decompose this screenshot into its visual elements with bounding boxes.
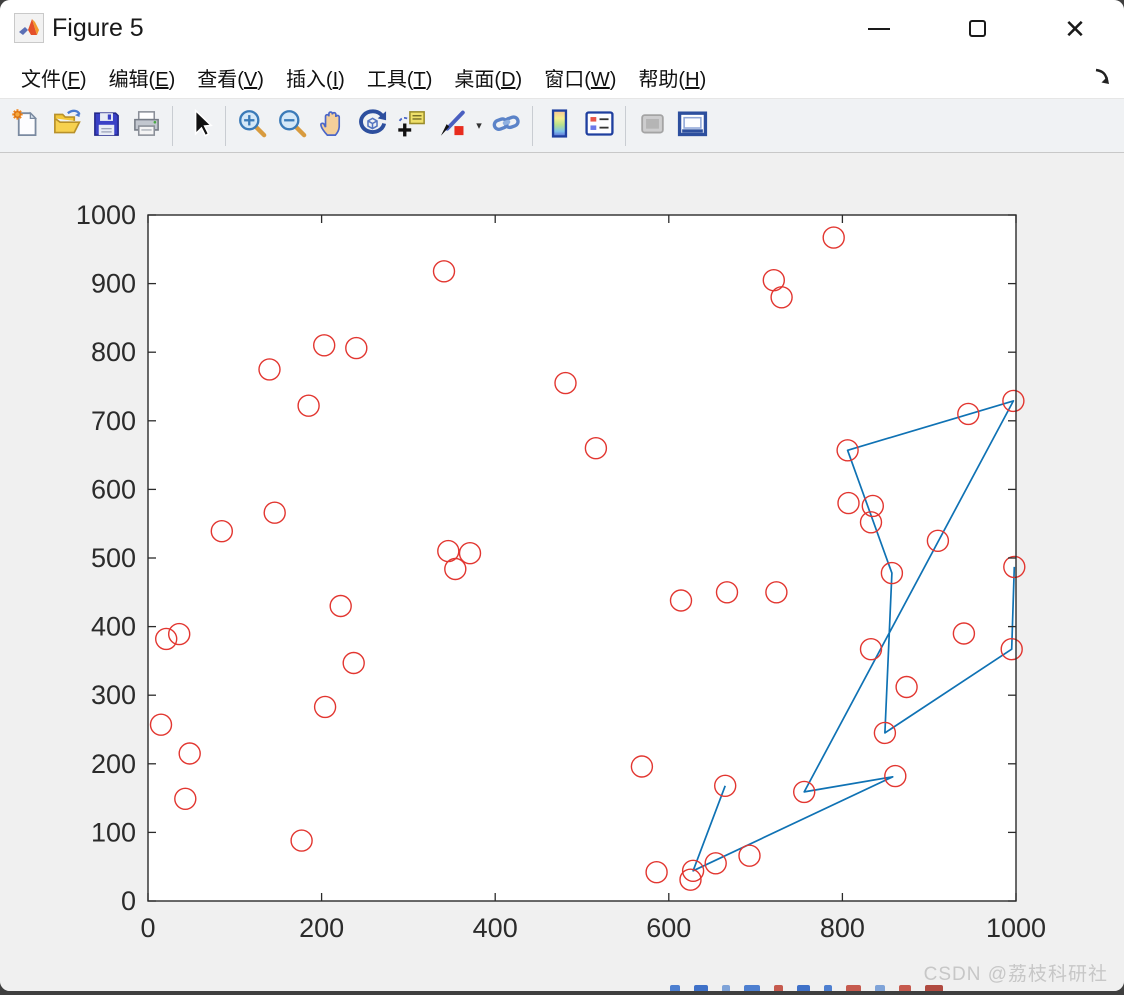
legend-button[interactable] xyxy=(579,104,619,148)
screen: Figure 5 ✕ 文件(F) 编辑(E) 查看(V) 插入(I) 工具(T) 桌面(D… xyxy=(0,0,1124,995)
maximize-icon xyxy=(968,20,986,37)
toolbar-separator xyxy=(625,105,626,146)
x-tick-label: 600 xyxy=(646,913,691,943)
pan-hand-button[interactable] xyxy=(312,104,352,148)
x-tick-label: 200 xyxy=(299,913,344,943)
title-bar: Figure 5 ✕ xyxy=(0,0,1124,57)
data-cursor-icon xyxy=(397,108,428,144)
colorbar-button[interactable] xyxy=(539,104,579,148)
toolbar-separator xyxy=(532,105,533,146)
plot-axes[interactable]: 0 200 400 600 800 1000 0 100 200 300 400 500 600 700 8… xyxy=(0,153,1124,991)
menu-item-i[interactable]: 插入(I) xyxy=(275,65,356,95)
window-controls: ✕ xyxy=(830,0,1124,57)
y-tick-label: 0 xyxy=(121,886,136,916)
print-button[interactable] xyxy=(126,104,166,148)
minimize-icon xyxy=(868,27,890,30)
y-tick-label: 900 xyxy=(91,269,136,299)
y-tick-label: 300 xyxy=(91,680,136,710)
figure-window: Figure 5 ✕ 文件(F) 编辑(E) 查看(V) 插入(I) 工具(T) 桌面(D… xyxy=(0,0,1124,991)
new-figure-button[interactable] xyxy=(6,104,46,148)
zoom-in-icon xyxy=(237,108,268,144)
link-plot-icon xyxy=(491,108,522,144)
menu-item-f[interactable]: 文件(F) xyxy=(10,65,98,95)
y-tick-label: 600 xyxy=(91,474,136,504)
disabled-panel-button xyxy=(632,104,672,148)
close-button[interactable]: ✕ xyxy=(1026,0,1124,57)
y-tick-label: 100 xyxy=(91,817,136,847)
y-tick-label: 500 xyxy=(91,543,136,573)
zoom-out-icon xyxy=(277,108,308,144)
y-tick-label: 700 xyxy=(91,406,136,436)
disabled-panel-icon xyxy=(637,108,668,144)
new-figure-icon xyxy=(11,108,42,144)
save-icon xyxy=(91,108,122,144)
open-file-icon xyxy=(51,108,82,144)
menu-item-t[interactable]: 工具(T) xyxy=(356,65,444,95)
toolbar-separator xyxy=(172,105,173,146)
dock-figure-icon xyxy=(677,108,708,144)
save-button[interactable] xyxy=(86,104,126,148)
toolbar-separator xyxy=(225,105,226,146)
cropped-background-text-strip xyxy=(670,985,1116,991)
zoom-out-button[interactable] xyxy=(272,104,312,148)
window-title: Figure 5 xyxy=(52,14,144,42)
watermark: CSDN @荔枝科研社 xyxy=(923,964,1108,985)
y-tick-label: 800 xyxy=(91,337,136,367)
dock-arrow-icon[interactable] xyxy=(1090,65,1114,89)
menu-item-v[interactable]: 查看(V) xyxy=(186,65,275,95)
brush-dropdown-caret[interactable]: ▾ xyxy=(472,104,486,148)
x-tick-label: 400 xyxy=(473,913,518,943)
menu-item-d[interactable]: 桌面(D) xyxy=(443,65,533,95)
pan-hand-icon xyxy=(317,108,348,144)
brush-icon xyxy=(437,108,468,144)
menu-item-h[interactable]: 帮助(H) xyxy=(627,65,717,95)
menu-bar: 文件(F) 编辑(E) 查看(V) 插入(I) 工具(T) 桌面(D) 窗口(W) 帮助(H) xyxy=(0,57,1124,99)
toolbar: ▾ xyxy=(0,99,1124,153)
x-tick-label: 0 xyxy=(140,913,155,943)
data-cursor-button[interactable] xyxy=(392,104,432,148)
rotate-3d-icon xyxy=(357,108,388,144)
link-plot-button[interactable] xyxy=(486,104,526,148)
dock-figure-button[interactable] xyxy=(672,104,712,148)
close-icon: ✕ xyxy=(1064,13,1086,44)
zoom-in-button[interactable] xyxy=(232,104,272,148)
menu-items: 文件(F) 编辑(E) 查看(V) 插入(I) 工具(T) 桌面(D) 窗口(W) 帮助(H) xyxy=(10,63,717,92)
menu-item-w[interactable]: 窗口(W) xyxy=(533,65,627,95)
brush-button[interactable] xyxy=(432,104,472,148)
colorbar-icon xyxy=(544,108,575,144)
legend-icon xyxy=(584,108,615,144)
pointer-arrow-button[interactable] xyxy=(179,104,219,148)
open-file-button[interactable] xyxy=(46,104,86,148)
y-tick-label: 1000 xyxy=(76,200,136,230)
matlab-logo-icon xyxy=(14,13,44,43)
print-icon xyxy=(131,108,162,144)
figure-canvas-area: 0 200 400 600 800 1000 0 100 200 300 400 500 600 700 8… xyxy=(0,153,1124,991)
rotate-3d-button[interactable] xyxy=(352,104,392,148)
x-tick-label: 800 xyxy=(820,913,865,943)
maximize-button[interactable] xyxy=(928,0,1026,57)
pointer-arrow-icon xyxy=(184,108,215,144)
x-tick-label: 1000 xyxy=(986,913,1046,943)
y-tick-label: 200 xyxy=(91,749,136,779)
menu-item-e[interactable]: 编辑(E) xyxy=(98,65,187,95)
y-tick-label: 400 xyxy=(91,612,136,642)
minimize-button[interactable] xyxy=(830,0,928,57)
